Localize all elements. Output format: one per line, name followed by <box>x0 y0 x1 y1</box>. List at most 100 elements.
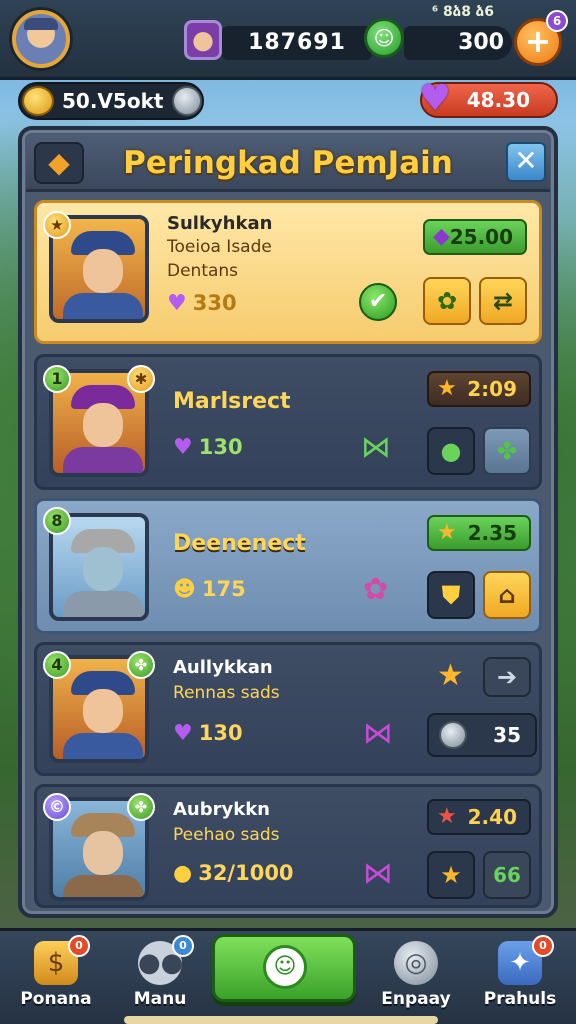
leaderboard-row[interactable]: 8 Deenenect ☻ 175 ✿ ★ 2.35 ⛊ ⌂ <box>34 498 542 634</box>
coin-counter[interactable]: 50.V5okt <box>18 82 204 120</box>
stat-value: 175 <box>201 577 246 601</box>
bow-icon: ⋈ <box>363 856 393 891</box>
gold-coin-icon <box>22 86 54 116</box>
score-value: 2.40 <box>467 805 517 829</box>
coin-stack-icon <box>439 721 467 749</box>
nav-item-manu[interactable]: ●● 0 Manu <box>110 935 210 1023</box>
clover-button[interactable]: ✤ <box>483 427 531 475</box>
bonus-badge: ✤ <box>127 793 155 821</box>
chat-bubble-icon: ☺ <box>263 945 307 989</box>
star-icon: ★ <box>437 520 457 545</box>
player-stat: ♥ 130 <box>173 435 243 460</box>
coin-icon: ◎ <box>394 941 438 985</box>
player-stat: ☻ 175 <box>173 577 246 602</box>
nav-label: Ponana <box>20 989 92 1009</box>
smiley-icon: ☻ <box>173 577 196 602</box>
panel-header: ◆ Peringkad PemJain ✕ <box>26 134 550 192</box>
player-name: Sulkyhkan <box>167 213 273 234</box>
play-button[interactable]: ☺ <box>212 934 356 1002</box>
bow-icon: ⋈ <box>363 716 393 751</box>
player-subtitle: Rennas sads <box>173 683 280 703</box>
clover-button[interactable]: 66 <box>483 851 531 899</box>
leaderboard-row[interactable]: ★ Sulkyhkan Toeioa Isade Dentans ♥ 330 ✔ … <box>34 200 542 344</box>
nav-badge: 0 <box>172 935 194 957</box>
heart-icon: ♥ <box>167 291 187 316</box>
nav-badge: 0 <box>532 935 554 957</box>
portrait-face <box>83 831 123 875</box>
home-button[interactable]: ⌂ <box>483 571 531 619</box>
leaderboard-row[interactable]: 4 ✤ Aullykkan Rennas sads ♥ 130 ⋈ ★ ➔ 35 <box>34 642 542 776</box>
close-button[interactable]: ✕ <box>506 142 546 182</box>
forward-button[interactable]: ➔ <box>483 657 531 697</box>
bonus-badge: ✤ <box>127 651 155 679</box>
gift-button[interactable]: ✿ <box>423 277 471 325</box>
back-button[interactable]: ◆ <box>34 142 84 184</box>
rank-badge: 4 <box>43 651 71 679</box>
stat-value: 32/1000 <box>198 861 294 885</box>
nav-badge: 0 <box>68 935 90 957</box>
bonus-badge: ✱ <box>127 365 155 393</box>
star-button[interactable]: ★ <box>427 851 475 899</box>
heart-icon: ♥ <box>173 721 193 746</box>
player-name: Marlsrect <box>173 389 291 414</box>
star-icon: ★ <box>437 804 457 829</box>
reward-counter: 35 <box>427 713 537 757</box>
gem-counter: 300 <box>404 26 512 60</box>
nav-label: Prahuls <box>483 989 557 1009</box>
reward-value: 35 <box>493 723 521 747</box>
heart-counter[interactable]: ♥ 48.30 <box>419 80 558 118</box>
leaderboard-panel: ◆ Peringkad PemJain ✕ ★ Sulkyhkan Toeioa… <box>18 126 558 918</box>
nav-item-enpaay[interactable]: ◎ Enpaay <box>366 935 466 1023</box>
nav-item-prahuls[interactable]: ✦ 0 Prahuls <box>470 935 570 1023</box>
player-subtitle: Peehao sads <box>173 825 280 845</box>
chat-bubble-icon[interactable]: ☺ <box>364 18 404 58</box>
flower-icon: ✿ <box>363 572 389 607</box>
gem-icon: ◆ <box>433 224 450 249</box>
nav-item-ponana[interactable]: $ 0 Ponana <box>6 935 106 1023</box>
status-text: ⁶ 8ձ8 ձ6 <box>432 4 494 20</box>
star-icon: ★ <box>437 376 457 401</box>
heart-icon: ♥ <box>173 435 193 460</box>
portrait-body <box>63 591 143 617</box>
rank-badge: 8 <box>43 507 71 535</box>
leaderboard-row[interactable]: 1 ✱ Marlsrect ♥ 130 ⋈ ★ 2:09 ● ✤ <box>34 354 542 490</box>
nav-label: Enpaay <box>381 989 451 1009</box>
swap-button[interactable]: ⇄ <box>479 277 527 325</box>
portrait-face <box>83 249 123 293</box>
player-subtitle-2: Dentans <box>167 261 239 281</box>
stat-value: 130 <box>198 435 243 459</box>
player-name: Aullykkan <box>173 657 273 678</box>
score-value: 2.35 <box>467 521 517 545</box>
leaderboard-row[interactable]: © ✤ Aubrykkn Peehao sads ● 32/1000 ⋈ ★ 2.… <box>34 784 542 908</box>
score-value: 2:09 <box>467 377 517 401</box>
top-bar: 187691 ☺ 300 ⁶ 8ձ8 ձ6 + 6 <box>0 0 576 80</box>
bow-icon: ⋈ <box>361 430 391 465</box>
score-value: 25.00 <box>449 225 513 249</box>
portrait-body <box>63 293 143 319</box>
score-value-pill: ★ 2.40 <box>427 799 531 835</box>
profile-mini-avatar[interactable] <box>184 20 222 60</box>
portrait-body <box>63 875 143 897</box>
stat-value: 330 <box>192 291 237 315</box>
player-name: Aubrykkn <box>173 799 270 820</box>
rank-star-icon: ★ <box>43 211 71 239</box>
shield-button[interactable]: ⛊ <box>427 571 475 619</box>
player-avatar[interactable] <box>12 10 70 68</box>
portrait-face <box>83 689 123 733</box>
portrait-body <box>63 447 143 473</box>
avatar-hat <box>24 18 58 30</box>
stat-value: 130 <box>198 721 243 745</box>
check-icon[interactable]: ✔ <box>359 283 397 321</box>
player-name: Deenenect <box>173 531 306 556</box>
rank-badge: © <box>43 793 71 821</box>
heart-icon: ♥ <box>418 78 452 119</box>
score-counter: 187691 <box>222 26 372 60</box>
star-icon: ★ <box>437 658 464 693</box>
silver-coin-icon <box>172 86 202 116</box>
home-indicator <box>124 1016 438 1024</box>
heart-amount: 48.30 <box>466 88 530 112</box>
portrait-face <box>83 403 123 447</box>
coin-amount: 50.V5okt <box>62 89 164 113</box>
score-value-pill: ◆ 25.00 <box>423 219 527 255</box>
green-orb-button[interactable]: ● <box>427 427 475 475</box>
